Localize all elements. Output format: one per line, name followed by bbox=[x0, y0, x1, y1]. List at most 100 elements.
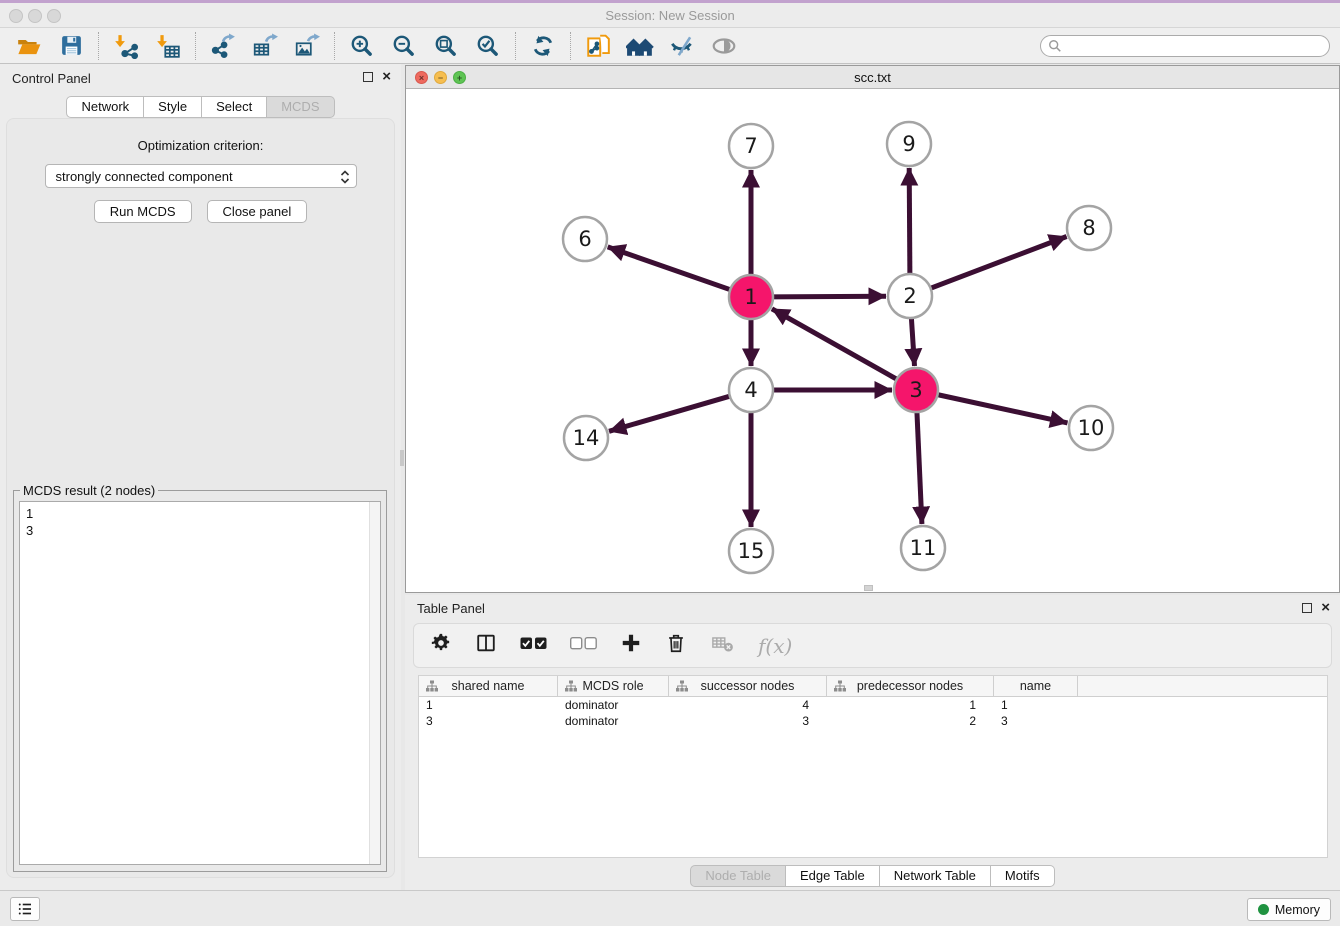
hide-selected-button[interactable] bbox=[661, 30, 703, 62]
zoom-selected-icon bbox=[475, 33, 501, 59]
tab-motifs[interactable]: Motifs bbox=[991, 865, 1055, 887]
table-cell[interactable]: 1 bbox=[994, 698, 1078, 712]
splitter-handle[interactable] bbox=[400, 450, 404, 466]
tab-style[interactable]: Style bbox=[144, 96, 202, 118]
zoom-fit-button[interactable] bbox=[425, 30, 467, 62]
graph-edge bbox=[911, 315, 914, 366]
export-network-icon bbox=[210, 33, 236, 59]
graph-edge bbox=[917, 409, 922, 524]
table-row[interactable]: 1dominator411 bbox=[419, 697, 1327, 713]
app-window: Session: New Session bbox=[0, 0, 1340, 926]
import-network-button[interactable] bbox=[105, 30, 147, 62]
zoom-selected-button[interactable] bbox=[467, 30, 509, 62]
delete-column-button[interactable] bbox=[665, 632, 687, 659]
mcds-result-list[interactable]: 1 3 bbox=[19, 501, 381, 865]
graph-node-label: 4 bbox=[744, 378, 757, 402]
column-header-predecessor-nodes[interactable]: predecessor nodes bbox=[827, 676, 994, 696]
status-bar: Memory bbox=[0, 890, 1340, 926]
table-toolbar: f(x) bbox=[413, 623, 1332, 668]
select-all-columns-button[interactable] bbox=[520, 637, 547, 655]
memory-button[interactable]: Memory bbox=[1247, 898, 1331, 921]
table-cell[interactable]: 1 bbox=[419, 698, 558, 712]
minimize-view-button[interactable]: − bbox=[434, 71, 447, 84]
function-builder-button[interactable]: f(x) bbox=[758, 634, 792, 658]
titlebar: Session: New Session bbox=[0, 3, 1340, 28]
float-panel-icon[interactable] bbox=[1302, 603, 1312, 613]
column-header-shared-name[interactable]: shared name bbox=[419, 676, 558, 696]
criterion-select[interactable]: strongly connected component bbox=[45, 164, 357, 188]
table-cell[interactable]: 3 bbox=[669, 714, 827, 728]
table-row[interactable]: 3dominator323 bbox=[419, 713, 1327, 729]
show-all-button[interactable] bbox=[703, 30, 745, 62]
list-icon bbox=[16, 900, 34, 918]
tab-network-table[interactable]: Network Table bbox=[880, 865, 991, 887]
task-history-button[interactable] bbox=[10, 897, 40, 921]
open-session-button[interactable] bbox=[8, 30, 50, 62]
result-scrollbar[interactable] bbox=[369, 502, 380, 864]
run-mcds-button[interactable]: Run MCDS bbox=[94, 200, 192, 223]
graph-edge bbox=[928, 237, 1067, 290]
unselect-all-columns-button[interactable] bbox=[570, 637, 597, 655]
search-field[interactable] bbox=[1040, 35, 1330, 57]
clone-network-icon bbox=[585, 33, 611, 59]
memory-label: Memory bbox=[1275, 903, 1320, 917]
close-panel-button[interactable]: Close panel bbox=[207, 200, 308, 223]
table-cell[interactable]: 1 bbox=[827, 698, 994, 712]
column-header-name[interactable]: name bbox=[994, 676, 1078, 696]
delete-table-button[interactable] bbox=[710, 632, 735, 659]
column-header-mcds-role[interactable]: MCDS role bbox=[558, 676, 669, 696]
table-cell[interactable]: dominator bbox=[558, 698, 669, 712]
graph-node-label: 7 bbox=[744, 134, 757, 158]
column-header-successor-nodes[interactable]: successor nodes bbox=[669, 676, 827, 696]
maximize-view-button[interactable]: + bbox=[453, 71, 466, 84]
tab-network[interactable]: Network bbox=[66, 96, 144, 118]
toolbar-separator bbox=[98, 32, 99, 60]
graph-node-label: 11 bbox=[910, 536, 937, 560]
network-window-titlebar[interactable]: × − + scc.txt bbox=[406, 66, 1339, 89]
graph-edge bbox=[935, 394, 1068, 423]
zoom-out-button[interactable] bbox=[383, 30, 425, 62]
table-cell[interactable]: 3 bbox=[419, 714, 558, 728]
select-arrows-icon bbox=[340, 169, 350, 185]
tab-select[interactable]: Select bbox=[202, 96, 267, 118]
import-network-icon bbox=[113, 33, 139, 59]
control-panel-title: Control Panel bbox=[12, 71, 91, 86]
table-cell[interactable]: 3 bbox=[994, 714, 1078, 728]
export-network-button[interactable] bbox=[202, 30, 244, 62]
table-cell[interactable]: 4 bbox=[669, 698, 827, 712]
tree-icon bbox=[676, 680, 688, 692]
table-settings-button[interactable] bbox=[430, 632, 452, 659]
table-cell[interactable]: 2 bbox=[827, 714, 994, 728]
close-window-button[interactable] bbox=[9, 9, 23, 23]
clone-network-button[interactable] bbox=[577, 30, 619, 62]
close-panel-icon[interactable]: × bbox=[382, 72, 391, 82]
home-button[interactable] bbox=[619, 30, 661, 62]
export-table-button[interactable] bbox=[244, 30, 286, 62]
minimize-window-button[interactable] bbox=[28, 9, 42, 23]
mcds-result-group: MCDS result (2 nodes) 1 3 bbox=[13, 490, 387, 872]
tab-node-table[interactable]: Node Table bbox=[690, 865, 786, 887]
table-cell[interactable]: dominator bbox=[558, 714, 669, 728]
zoom-in-button[interactable] bbox=[341, 30, 383, 62]
import-table-icon bbox=[155, 33, 181, 59]
refresh-icon bbox=[530, 33, 556, 59]
eye-slash-icon bbox=[669, 33, 695, 59]
import-table-button[interactable] bbox=[147, 30, 189, 62]
toolbar-separator bbox=[515, 32, 516, 60]
float-panel-icon[interactable] bbox=[363, 72, 373, 82]
apply-preferred-layout-button[interactable] bbox=[522, 30, 564, 62]
export-image-button[interactable] bbox=[286, 30, 328, 62]
tab-mcds[interactable]: MCDS bbox=[267, 96, 334, 118]
show-column-panel-button[interactable] bbox=[475, 632, 497, 659]
graph-edge bbox=[609, 395, 733, 431]
search-input[interactable] bbox=[1062, 37, 1329, 55]
tab-edge-table[interactable]: Edge Table bbox=[786, 865, 880, 887]
save-session-button[interactable] bbox=[50, 30, 92, 62]
create-column-button[interactable] bbox=[620, 632, 642, 659]
network-view-window: × − + scc.txt 1234678910111415 bbox=[405, 65, 1340, 593]
view-resize-handle[interactable] bbox=[864, 585, 873, 591]
close-panel-icon[interactable]: × bbox=[1321, 603, 1330, 613]
close-view-button[interactable]: × bbox=[415, 71, 428, 84]
maximize-window-button[interactable] bbox=[47, 9, 61, 23]
network-canvas[interactable]: 1234678910111415 bbox=[406, 89, 1339, 592]
